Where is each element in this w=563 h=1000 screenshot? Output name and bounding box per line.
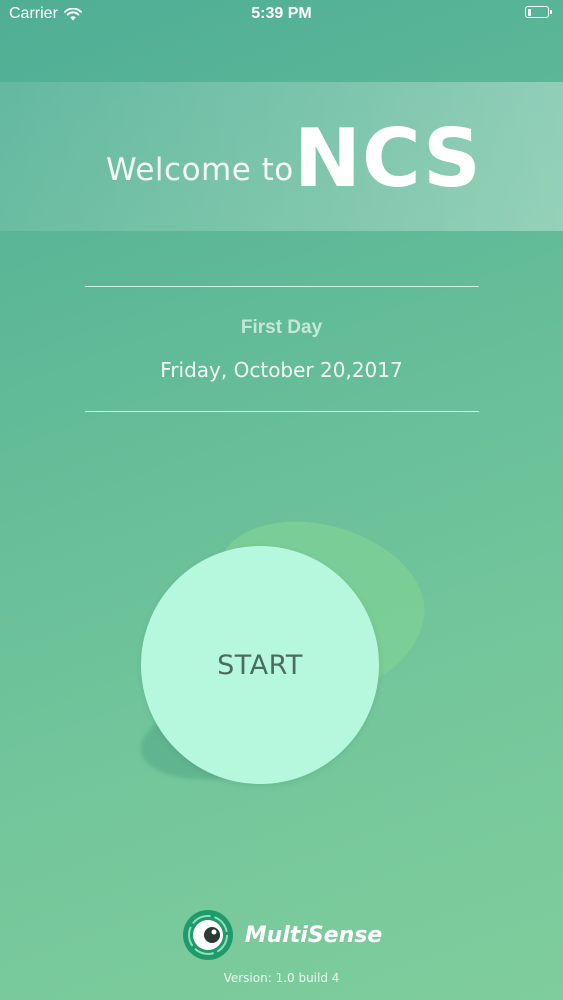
app-name: NCS	[294, 112, 482, 205]
welcome-banner: Welcome to NCS	[0, 82, 563, 231]
battery-level	[527, 8, 532, 16]
day-label: First Day	[240, 317, 323, 338]
start-button[interactable]: START	[141, 546, 379, 784]
brand-footer: MultiSense	[0, 908, 563, 962]
version-text: Version: 1.0 build 4	[223, 971, 340, 985]
app-screen: Carrier 5:39 PM Welcome to NCS First Day…	[0, 0, 563, 1000]
brand-name: MultiSense	[244, 922, 383, 948]
welcome-text: Welcome to	[106, 152, 294, 188]
status-bar: Carrier 5:39 PM	[0, 0, 563, 30]
multisense-logo-icon	[182, 910, 233, 960]
status-time: 5:39 PM	[251, 5, 312, 22]
divider-top	[85, 286, 479, 287]
battery-low-icon	[525, 6, 552, 18]
date-text: Friday, October 20,2017	[160, 358, 403, 382]
divider-bottom	[85, 411, 479, 412]
